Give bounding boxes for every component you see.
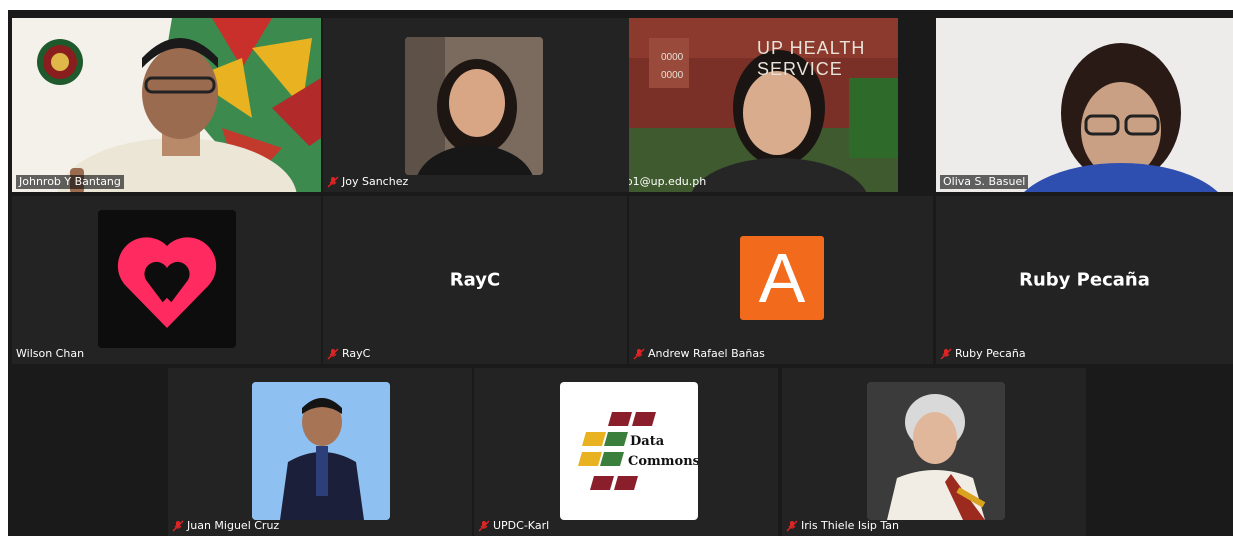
heart-logo-icon bbox=[117, 237, 217, 328]
logo-text-line1: Data bbox=[630, 434, 665, 449]
muted-mic-icon bbox=[940, 348, 952, 360]
video-tile-mlalip[interactable]: UP HEALTH SERVICE 0000 0000 mlalip1@up.e… bbox=[629, 18, 898, 192]
participant-name: Oliva S. Basuel bbox=[940, 175, 1029, 189]
muted-mic-icon bbox=[172, 520, 184, 532]
profile-photo bbox=[867, 382, 1005, 520]
muted-mic-icon bbox=[327, 176, 339, 188]
video-tile-rayc[interactable]: RayC RayC bbox=[323, 196, 627, 364]
video-gallery: Johnrob Y Bantang Joy Sanchez UP HEALTH … bbox=[8, 10, 1233, 536]
participant-name: Iris Thiele Isip Tan bbox=[786, 519, 899, 533]
video-feed bbox=[936, 18, 1233, 192]
sign-numbers: 0000 bbox=[661, 70, 684, 81]
sign-numbers: 0000 bbox=[661, 52, 684, 63]
participant-name: Joy Sanchez bbox=[327, 175, 408, 189]
video-tile-joy[interactable]: Joy Sanchez bbox=[323, 18, 652, 192]
video-tile-ruby[interactable]: Ruby Pecaña Ruby Pecaña bbox=[936, 196, 1233, 364]
logo-text-line2: Commons bbox=[628, 454, 698, 469]
muted-mic-icon bbox=[786, 520, 798, 532]
video-tile-iris[interactable]: Iris Thiele Isip Tan bbox=[782, 368, 1086, 536]
participant-name: Andrew Rafael Bañas bbox=[633, 347, 765, 361]
participant-display-name: RayC bbox=[449, 269, 501, 291]
profile-photo bbox=[98, 210, 236, 348]
participant-name: Juan Miguel Cruz bbox=[172, 519, 279, 533]
data-commons-logo-icon bbox=[578, 412, 656, 490]
muted-mic-icon bbox=[633, 348, 645, 360]
participant-display-name: Ruby Pecaña bbox=[1019, 269, 1150, 291]
video-tile-wilson[interactable]: Wilson Chan bbox=[12, 196, 321, 364]
muted-mic-icon bbox=[327, 348, 339, 360]
profile-photo: Data Commons bbox=[560, 382, 698, 520]
participant-name: Wilson Chan bbox=[16, 347, 85, 360]
participant-name: RayC bbox=[327, 347, 370, 361]
participant-name: Ruby Pecaña bbox=[940, 347, 1026, 361]
profile-photo bbox=[405, 37, 543, 175]
sign-text: UP HEALTH SERVICE bbox=[757, 38, 866, 79]
video-tile-updc[interactable]: Data Commons UPDC-Karl bbox=[474, 368, 778, 536]
video-tile-oliva[interactable]: Oliva S. Basuel bbox=[936, 18, 1233, 192]
participant-name: Johnrob Y Bantang bbox=[16, 175, 124, 189]
video-tile-andrew[interactable]: A Andrew Rafael Bañas bbox=[629, 196, 933, 364]
profile-photo bbox=[252, 382, 390, 520]
video-tile-johnrob[interactable]: Johnrob Y Bantang bbox=[12, 18, 321, 192]
muted-mic-icon bbox=[478, 520, 490, 532]
participant-name: mlalip1@up.edu.ph bbox=[629, 175, 707, 188]
video-tile-juan[interactable]: Juan Miguel Cruz bbox=[168, 368, 472, 536]
avatar-letter: A bbox=[758, 239, 806, 317]
avatar: A bbox=[740, 236, 824, 320]
video-feed bbox=[12, 18, 321, 192]
participant-name: UPDC-Karl bbox=[478, 519, 549, 533]
